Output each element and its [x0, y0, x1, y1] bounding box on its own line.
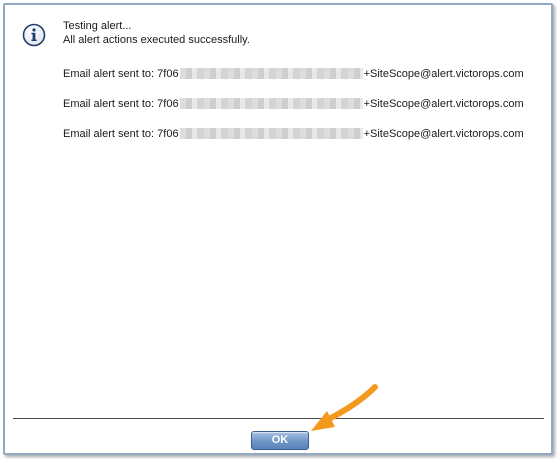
alert-dialog: Testing alert... All alert actions execu…	[3, 3, 553, 455]
redacted-block	[179, 98, 363, 109]
arrow-annotation-icon	[311, 384, 378, 431]
redacted-block	[179, 68, 363, 79]
email-prefix: Email alert sent to: 7f06	[63, 67, 179, 80]
email-row: Email alert sent to: 7f06 +SiteScope@ale…	[63, 66, 524, 81]
info-icon	[22, 23, 46, 47]
footer-divider	[13, 418, 544, 419]
alert-title: Testing alert...	[63, 20, 132, 32]
email-prefix: Email alert sent to: 7f06	[63, 97, 179, 110]
email-prefix: Email alert sent to: 7f06	[63, 127, 179, 140]
email-suffix: +SiteScope@alert.victorops.com	[363, 127, 524, 140]
email-row: Email alert sent to: 7f06 +SiteScope@ale…	[63, 126, 524, 141]
alert-status: All alert actions executed successfully.	[63, 34, 250, 46]
redacted-block	[179, 128, 363, 139]
email-suffix: +SiteScope@alert.victorops.com	[363, 67, 524, 80]
ok-button[interactable]: OK	[251, 431, 309, 450]
email-suffix: +SiteScope@alert.victorops.com	[363, 97, 524, 110]
message-block: Testing alert... All alert actions execu…	[63, 19, 250, 47]
email-row: Email alert sent to: 7f06 +SiteScope@ale…	[63, 96, 524, 111]
email-list: Email alert sent to: 7f06 +SiteScope@ale…	[63, 66, 524, 156]
